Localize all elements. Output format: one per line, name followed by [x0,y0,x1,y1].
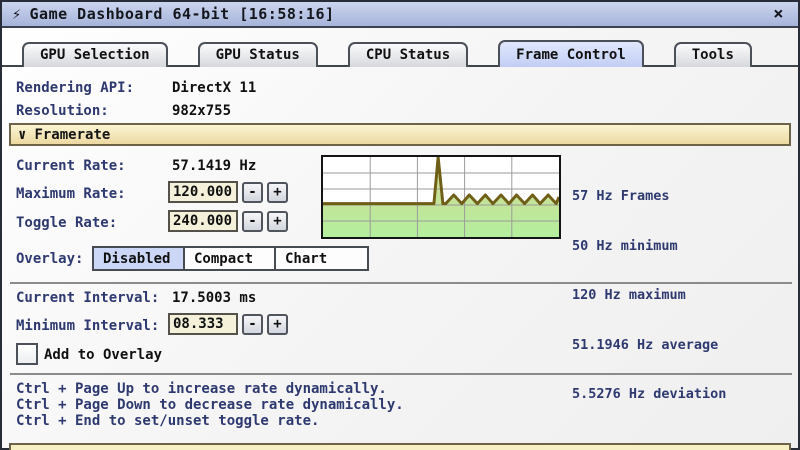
toggle-rate-increment-button[interactable]: + [267,211,288,232]
minimum-interval-label: Minimum Interval: [16,318,159,334]
tab-gpu-status[interactable]: GPU Status [198,42,318,67]
maximum-rate-input[interactable] [168,181,238,203]
chevron-down-icon: ∨ [18,127,26,143]
toggle-rate-input[interactable] [168,210,238,232]
stat-frames: 57 Hz Frames [572,188,726,205]
stat-minimum: 50 Hz minimum [572,238,726,255]
stat-maximum: 120 Hz maximum [572,287,726,304]
lightning-app-icon: ⚡ [12,5,22,23]
rendering-api-value: DirectX 11 [172,80,256,96]
rendering-api-label: Rendering API: [16,80,134,96]
maximum-rate-label: Maximum Rate: [16,186,126,202]
framerate-section-title: Framerate [34,127,110,143]
stat-average: 51.1946 Hz average [572,337,726,354]
title-bar: ⚡ Game Dashboard 64-bit [16:58:16] × [2,2,798,28]
window-title: Game Dashboard 64-bit [16:58:16] [30,5,335,23]
framerate-history-chart [321,155,561,239]
app-window: ⚡ Game Dashboard 64-bit [16:58:16] × GPU… [0,0,800,450]
toggle-rate-label: Toggle Rate: [16,215,117,231]
hint-toggle-rate: Ctrl + End to set/unset toggle rate. [16,413,319,429]
overlay-mode-control: Disabled Compact Chart [92,246,369,271]
hint-decrease-rate: Ctrl + Page Down to decrease rate dynami… [16,397,404,413]
next-section-header[interactable] [9,443,791,450]
current-rate-label: Current Rate: [16,158,126,174]
current-interval-label: Current Interval: [16,290,159,306]
separator [10,373,792,375]
overlay-option-chart[interactable]: Chart [276,248,367,269]
separator [10,282,792,284]
minimum-interval-decrement-button[interactable]: - [242,314,263,335]
maximum-rate-decrement-button[interactable]: - [242,182,263,203]
add-to-overlay-checkbox[interactable] [16,343,38,365]
resolution-value: 982x755 [172,103,231,119]
maximum-rate-increment-button[interactable]: + [267,182,288,203]
framerate-stats: 57 Hz Frames 50 Hz minimum 120 Hz maximu… [572,155,726,436]
hint-increase-rate: Ctrl + Page Up to increase rate dynamica… [16,381,387,397]
current-interval-value: 17.5003 ms [172,290,256,306]
overlay-option-compact[interactable]: Compact [185,248,276,269]
overlay-label: Overlay: [16,251,83,267]
tab-tools[interactable]: Tools [674,42,752,67]
toggle-rate-decrement-button[interactable]: - [242,211,263,232]
tab-bar: GPU Selection GPU Status CPU Status Fram… [2,30,798,67]
minimum-interval-input[interactable] [168,313,238,335]
overlay-option-disabled[interactable]: Disabled [94,248,185,269]
add-to-overlay-label: Add to Overlay [44,347,162,363]
resolution-label: Resolution: [16,103,109,119]
tab-frame-control[interactable]: Frame Control [498,40,644,67]
framerate-section-header[interactable]: ∨ Framerate [9,123,791,146]
minimum-interval-increment-button[interactable]: + [267,314,288,335]
tab-gpu-selection[interactable]: GPU Selection [22,42,168,67]
stat-deviation: 5.5276 Hz deviation [572,386,726,403]
tab-cpu-status[interactable]: CPU Status [348,42,468,67]
close-icon[interactable]: × [769,4,788,24]
current-rate-value: 57.1419 Hz [172,158,256,174]
